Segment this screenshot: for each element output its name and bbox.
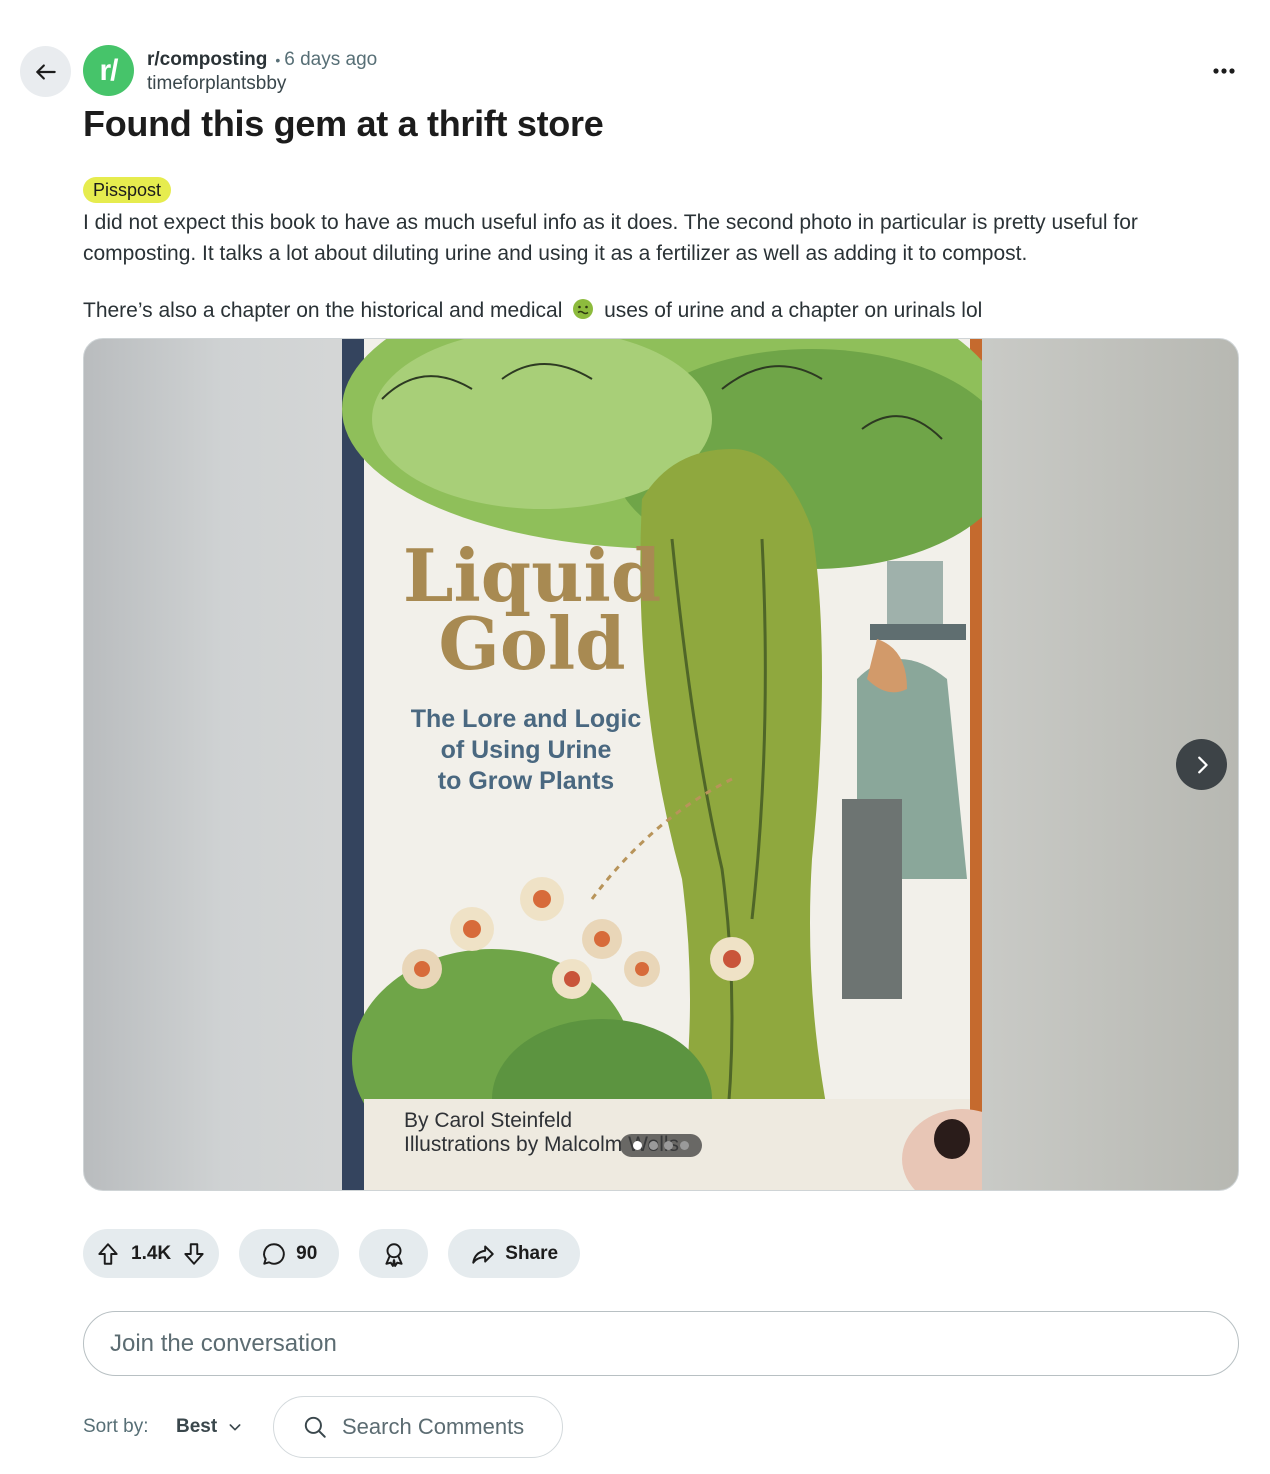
downvote-button[interactable] — [181, 1241, 207, 1267]
book-title-line2: Gold — [438, 601, 625, 686]
book-subtitle-line2: of Using Urine — [441, 736, 612, 764]
sort-value: Best — [176, 1416, 218, 1437]
share-label: Share — [505, 1242, 559, 1264]
sort-label: Sort by: — [83, 1416, 149, 1437]
more-horizontal-icon — [1213, 68, 1235, 74]
gallery-dot[interactable] — [632, 1141, 642, 1150]
search-icon — [304, 1416, 326, 1438]
upvote-button[interactable] — [95, 1241, 121, 1267]
post-body: I did not expect this book to have as mu… — [83, 207, 1233, 352]
award-button[interactable] — [359, 1229, 429, 1278]
downvote-icon — [184, 1242, 204, 1265]
award-icon — [385, 1242, 403, 1267]
sort-dropdown[interactable]: Best — [176, 1412, 243, 1442]
back-arrow-icon — [35, 63, 56, 80]
nauseated-face-emoji — [573, 299, 594, 319]
comment-count: 90 — [296, 1242, 318, 1264]
gallery-dot[interactable] — [648, 1141, 658, 1150]
search-comments-placeholder: Search Comments — [342, 1414, 525, 1439]
chevron-down-icon — [229, 1424, 241, 1431]
share-button[interactable]: Share — [448, 1229, 581, 1278]
body-paragraph: I did not expect this book to have as mu… — [83, 211, 1138, 265]
post-title: Found this gem at a thrift store — [83, 103, 604, 144]
subreddit-avatar[interactable]: r/ — [83, 45, 134, 96]
post-action-bar: 1.4K 90 Share — [83, 1229, 581, 1278]
chevron-right-icon — [1197, 756, 1208, 773]
post-time: 6 days ago — [284, 49, 378, 70]
gallery-next-button[interactable] — [1176, 739, 1227, 790]
gallery-pagination[interactable] — [620, 1134, 702, 1157]
subreddit-name[interactable]: r/composting — [147, 48, 267, 72]
image-gallery[interactable]: Liquid Gold The Lore and Logic of Using … — [83, 338, 1239, 1191]
author-name[interactable]: timeforplantsbby — [147, 72, 377, 96]
book-author: By Carol Steinfeld — [404, 1109, 572, 1132]
subreddit-avatar-text: r/ — [99, 53, 118, 87]
gallery-dot[interactable] — [680, 1141, 690, 1150]
vote-count: 1.4K — [131, 1242, 172, 1264]
comments-button[interactable]: 90 — [239, 1229, 340, 1278]
gallery-image: Liquid Gold The Lore and Logic of Using … — [342, 339, 982, 1190]
back-button[interactable] — [20, 46, 71, 97]
upvote-icon — [98, 1242, 118, 1265]
book-subtitle-line1: The Lore and Logic — [411, 705, 642, 733]
post-meta: r/composting • 6 days ago timeforplantsb… — [147, 48, 377, 96]
book-subtitle-line3: to Grow Plants — [438, 767, 614, 795]
meta-separator: • — [275, 52, 281, 68]
body-text-segment: uses of urine and a chapter on urinals l… — [604, 299, 983, 322]
body-text-segment: There’s also a chapter on the historical… — [83, 299, 563, 322]
search-comments-field[interactable]: Search Comments — [273, 1396, 563, 1458]
more-options-button[interactable] — [1204, 56, 1244, 86]
gallery-dot[interactable] — [664, 1141, 674, 1150]
join-conversation-input[interactable] — [83, 1311, 1239, 1376]
vote-control: 1.4K — [83, 1229, 220, 1278]
body-paragraph: There’s also a chapter on the historical… — [83, 295, 1233, 326]
share-icon — [472, 1244, 495, 1264]
comment-icon — [263, 1242, 285, 1265]
post-flair[interactable]: Pisspost — [83, 177, 172, 203]
